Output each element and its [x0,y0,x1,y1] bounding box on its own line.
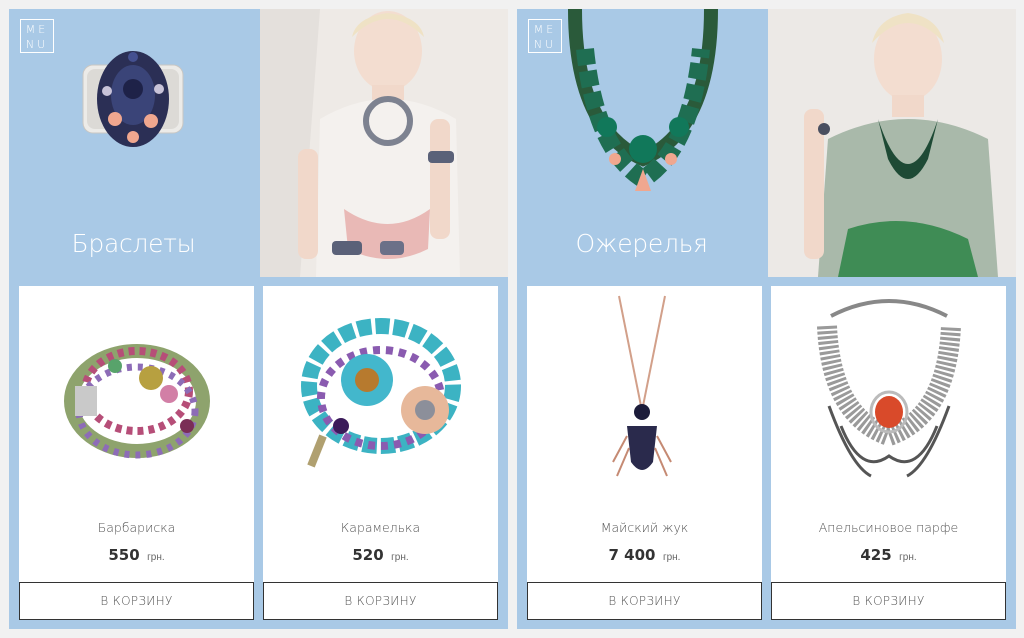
price-value: 7 400 [608,546,656,564]
price-value: 425 [860,546,892,564]
product-card[interactable]: Карамелька 520 грн. В КОРЗИНУ [263,286,498,620]
menu-label-line1: ME [25,23,49,36]
product-card[interactable]: Майский жук 7 400 грн. В КОРЗИНУ [527,286,762,620]
product-name: Барбариска [97,520,176,535]
necklace-image [568,9,718,191]
price-currency: грн. [391,552,409,563]
product-card[interactable]: Апельсиновое парфе 425 грн. В КОРЗИНУ [771,286,1006,620]
product-image-bracelet [301,318,461,468]
category-tile-necklaces[interactable]: ME NU Ожерелья [517,9,766,277]
model-photo-bracelets [260,9,508,277]
product-image-necklace [817,299,961,478]
category-title: Браслеты [71,229,196,258]
category-panel-bracelets: ME NU Браслеты Барбариска 550 грн. В КОР… [9,9,508,629]
product-name: Майский жук [600,520,689,535]
product-price: 7 400 грн. [527,546,762,565]
price-currency: грн. [662,552,681,563]
price-value: 550 [108,546,140,564]
model-photo [768,9,1016,277]
category-tile-bracelets[interactable]: ME NU Браслеты [9,9,258,277]
product-name: Апельсиновое парфе [818,520,959,535]
product-image-pendant [612,295,672,477]
price-value: 520 [352,546,384,564]
menu-button[interactable]: ME NU [20,19,54,53]
product-card[interactable]: Барбариска 550 грн. В КОРЗИНУ [19,286,254,620]
add-to-cart-button[interactable]: В КОРЗИНУ [263,582,498,620]
price-currency: грн. [899,552,917,563]
product-price: 425 грн. [771,546,1006,565]
model-photo-necklaces [768,9,1016,277]
category-title: Ожерелья [575,229,708,258]
model-photo [260,9,508,277]
product-price: 550 грн. [19,546,254,565]
price-currency: грн. [147,552,165,563]
cuff-bracelet-image [82,51,184,147]
category-panel-necklaces: ME NU Ожерелья Майский жук 7 400 грн. В … [517,9,1016,629]
add-to-cart-button[interactable]: В КОРЗИНУ [527,582,762,620]
product-price: 520 грн. [263,546,498,565]
product-name: Карамелька [340,520,421,535]
menu-label-line2: NU [25,38,49,51]
add-to-cart-button[interactable]: В КОРЗИНУ [771,582,1006,620]
add-to-cart-button[interactable]: В КОРЗИНУ [19,582,254,620]
product-image-bracelet [64,344,210,459]
